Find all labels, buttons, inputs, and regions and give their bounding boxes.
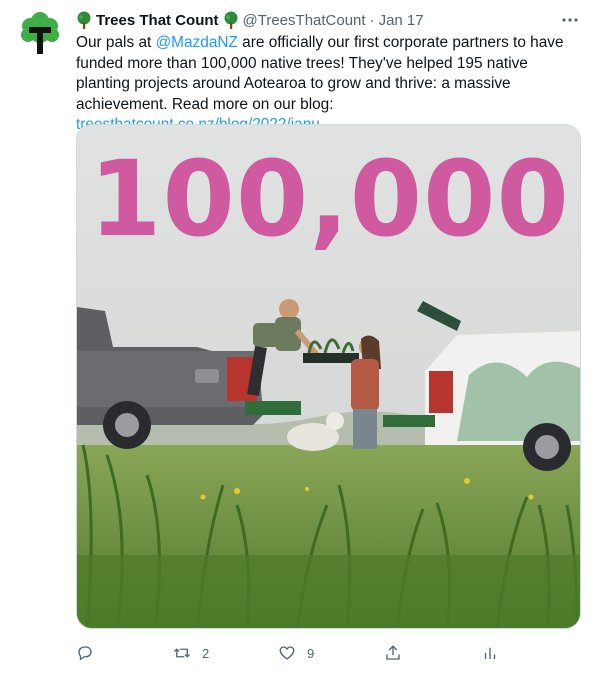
analytics-button[interactable] <box>481 640 510 666</box>
tweet[interactable]: Trees That Count @TreesThatCount · Jan 1… <box>0 0 597 674</box>
like-count: 9 <box>307 645 315 661</box>
mention-link[interactable]: @MazdaNZ <box>156 34 238 51</box>
overlay-number: 100,000 <box>89 138 570 260</box>
tweet-header: Trees That Count @TreesThatCount · Jan 1… <box>76 9 581 31</box>
share-button[interactable] <box>384 640 413 666</box>
avatar[interactable] <box>16 10 64 58</box>
more-icon[interactable] <box>559 9 581 31</box>
user-handle[interactable]: @TreesThatCount <box>243 12 366 29</box>
tweet-date[interactable]: Jan 17 <box>379 12 424 29</box>
retweet-icon <box>173 644 191 662</box>
separator-dot: · <box>369 11 375 29</box>
tree-logo-icon <box>16 10 64 58</box>
deciduous-tree-icon <box>223 11 239 29</box>
display-name[interactable]: Trees That Count <box>96 12 219 29</box>
reply-button[interactable] <box>76 640 105 666</box>
retweet-button[interactable]: 2 <box>173 640 209 666</box>
reply-icon <box>76 644 94 662</box>
tweet-photo[interactable]: 100,000 <box>76 124 581 629</box>
analytics-icon <box>481 644 499 662</box>
tweet-text: Our pals at @MazdaNZ are officially our … <box>76 33 581 136</box>
deciduous-tree-icon <box>76 11 92 29</box>
share-icon <box>384 644 402 662</box>
heart-icon <box>278 644 296 662</box>
retweet-count: 2 <box>202 645 210 661</box>
like-button[interactable]: 9 <box>278 640 314 666</box>
tweet-text-part: Our pals at <box>76 34 156 51</box>
action-bar: 2 9 <box>76 640 581 666</box>
